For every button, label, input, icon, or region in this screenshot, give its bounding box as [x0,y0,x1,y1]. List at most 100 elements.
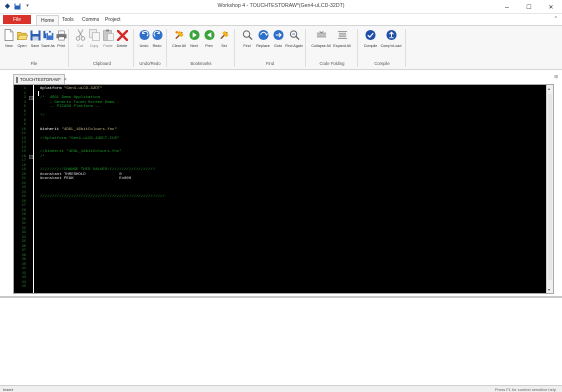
code-line: #platform "Gen4-uLCD-32DT" [40,87,103,91]
delete-icon [116,29,128,41]
scrollbar-thumb[interactable] [548,94,552,280]
cut-icon [75,29,86,41]
tab-comms[interactable]: Comms [78,15,103,25]
save-as-icon [42,29,54,41]
clear-all-bookmarks-button[interactable]: Clear All [171,29,187,48]
code-editor[interactable]: 1 2 3 4 5 6 7 8 9 10 11 12 13 14 15 16 17 18 19 20 21 22 23 24 2… [13,84,554,294]
scroll-down-icon[interactable]: ▾ [548,287,550,292]
set-bookmark-button[interactable]: Set [216,29,232,48]
next-label: Next [190,44,198,48]
group-bookmarks-label: Bookmarks [190,61,212,66]
code-line: #constant PEAK Ex000 [40,177,132,181]
undo-label: Undo [139,44,149,48]
find-again-button[interactable]: Find Again [285,29,303,48]
print-icon [55,29,67,41]
prev-bookmark-button[interactable]: Prev [201,29,217,48]
collapse-all-button[interactable]: Collapse All [310,29,332,48]
document-tab[interactable]: TOUCHTESTDRAW* × [13,74,67,84]
redo-button[interactable]: Redo [149,29,165,48]
pane-pin-icon[interactable]: ⊞ [554,74,558,80]
group-clipboard-label: Clipboard [93,61,111,66]
expand-all-button[interactable]: Expand All [331,29,353,48]
compile-button[interactable]: Compile [362,29,379,48]
ribbon-tab-bar: File Home Tools Comms Project ^ [0,14,562,25]
collapse-all-icon [316,29,327,41]
close-button[interactable]: ✕ [540,0,562,14]
paste-icon [102,29,114,41]
group-separator [166,29,167,67]
code-line: #constant THRESHOLD 0 [40,172,122,177]
group-separator [68,29,69,67]
group-file-label: File [30,61,38,66]
code-line: //#inherit "4DGL_16bitColours.fnc" [40,150,122,154]
paste-label: Paste [103,44,113,48]
expand-all-icon [337,29,348,41]
window-title: Workshop 4 - TOUCHTESTDRAW*(Gen4-uLCD-32… [217,3,345,9]
copy-icon [88,29,100,41]
redo-label: Redo [152,44,162,48]
new-icon [4,29,15,41]
code-line: /* 4DGL Demo Application [40,96,101,100]
next-bookmark-button[interactable]: Next [186,29,202,48]
save-label: Save [30,44,40,48]
vertical-scrollbar[interactable]: ▴ ▾ [546,85,553,293]
ribbon-collapse-icon[interactable]: ^ [555,16,557,22]
set-label: Set [221,44,227,48]
print-button[interactable]: Print [53,29,69,48]
code-line: //////////CHANGE THIS VALUES////////////… [40,168,156,172]
code-line: ////////////////////////////////////////… [40,195,165,199]
group-separator [405,29,406,67]
code-area[interactable]: #platform "Gen4-uLCD-32DT" /* 4DGL Demo A… [14,85,555,293]
status-bar: Insert Press F1 for context sensitive he… [0,385,562,392]
output-pane[interactable] [0,296,562,385]
code-line: //#platform "Gen4-uLCD-43DCT-CLB" [40,136,120,141]
group-separator [234,29,235,67]
group-find-label: Find [265,61,275,66]
maximize-button[interactable]: ☐ [518,0,540,14]
find-again-icon [289,29,300,41]
group-separator [305,29,306,67]
document-tab-close-icon[interactable]: × [64,77,67,83]
find-button[interactable]: Find [239,29,255,48]
open-icon [16,29,28,41]
clear-bookmarks-icon [174,29,185,41]
cut-label: Cut [77,44,83,48]
set-bookmark-icon [219,29,230,41]
prev-bookmark-icon [203,29,215,41]
tab-home[interactable]: Home [36,15,60,25]
document-tab-strip: TOUCHTESTDRAW* × ⊞ [0,71,562,84]
delete-label: Delete [116,44,128,48]
window-controls: – ☐ ✕ [496,0,562,14]
file-menu-button[interactable]: File [3,15,31,24]
scroll-up-icon[interactable]: ▴ [548,86,550,91]
document-tab-name: TOUCHTESTDRAW* [20,77,61,82]
group-compile-label: Compile [374,61,390,66]
open-label: Open [17,44,27,48]
redo-icon [151,29,163,41]
code-line: /* [40,154,45,159]
compile-load-button[interactable]: Comp'nLoad [380,29,402,48]
next-bookmark-icon [188,29,200,41]
title-bar: ◆ ▾ Workshop 4 - TOUCHTESTDRAW*(Gen4-uLC… [0,0,562,14]
find-label: Find [243,44,251,48]
compile-label: Compile [363,44,378,48]
code-line: #inherit "4DGL_16bitColours.fnc" [40,127,117,132]
find-again-label: Find Again [285,44,303,48]
insert-mode-indicator: Insert [3,387,14,392]
replace-icon [257,29,269,41]
code-line: - Generic Touch Screen Demo - [40,100,120,105]
group-undo-redo-label: Undo/Redo [139,61,161,66]
prev-label: Prev [205,44,213,48]
goto-label: Goto [274,44,282,48]
save-icon [30,29,41,41]
delete-button[interactable]: Delete [114,29,130,48]
replace-button[interactable]: Replace [255,29,271,48]
compile-load-label: Comp'nLoad [380,44,402,48]
group-separator [357,29,358,67]
tab-tools[interactable]: Tools [58,15,78,25]
goto-button[interactable]: Goto [270,29,286,48]
clear-all-label: Clear All [172,44,186,48]
tab-project[interactable]: Project [101,15,125,25]
print-label: Print [57,44,65,48]
minimize-button[interactable]: – [496,0,518,14]
